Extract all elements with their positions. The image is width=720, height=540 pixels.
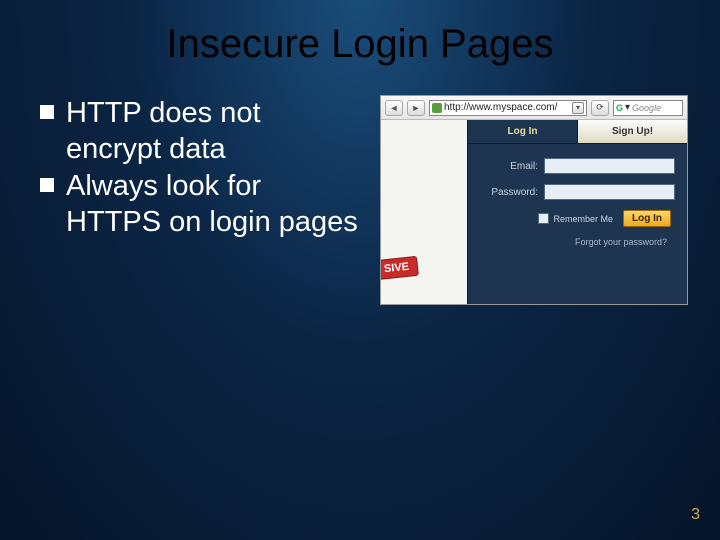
url-field[interactable]: http://www.myspace.com/ ▾ <box>429 100 587 116</box>
slide-title: Insecure Login Pages <box>0 0 720 67</box>
search-placeholder: Google <box>632 103 661 113</box>
search-engine-icon: G <box>616 103 623 113</box>
email-label: Email: <box>488 161 544 172</box>
bullet-square-icon <box>40 178 54 192</box>
page-left-strip: SIVE <box>381 120 469 304</box>
favicon-icon <box>432 103 442 113</box>
stamp-badge: SIVE <box>380 256 419 280</box>
reload-button[interactable]: ⟳ <box>591 100 609 116</box>
remember-label: Remember Me <box>553 214 613 224</box>
login-form: Email: Password: Remember Me Log In Forg… <box>468 144 687 255</box>
browser-screenshot: ◄ ► http://www.myspace.com/ ▾ ⟳ G▾ Googl… <box>380 95 688 305</box>
bullet-text: HTTP does not encrypt data <box>66 95 360 168</box>
tab-row: Log In Sign Up! <box>468 120 687 144</box>
tab-login[interactable]: Log In <box>468 120 577 144</box>
page-number: 3 <box>691 506 700 524</box>
url-text: http://www.myspace.com/ <box>444 102 557 113</box>
tab-signup[interactable]: Sign Up! <box>577 120 687 144</box>
login-panel: Log In Sign Up! Email: Password: Remembe… <box>467 120 687 304</box>
password-field[interactable] <box>544 184 675 200</box>
remember-me[interactable]: Remember Me <box>538 213 613 224</box>
password-row: Password: <box>488 184 675 200</box>
slide-content: HTTP does not encrypt data Always look f… <box>0 67 720 305</box>
bullet-item: HTTP does not encrypt data <box>40 95 360 168</box>
action-row: Remember Me Log In <box>488 210 675 227</box>
bullet-text: Always look for HTTPS on login pages <box>66 168 360 241</box>
password-label: Password: <box>488 187 544 198</box>
bullet-list: HTTP does not encrypt data Always look f… <box>40 95 360 305</box>
email-field[interactable] <box>544 158 675 174</box>
search-field[interactable]: G▾ Google <box>613 100 683 116</box>
search-separator: ▾ <box>625 102 630 113</box>
forgot-password-link[interactable]: Forgot your password? <box>488 237 675 247</box>
go-button[interactable]: ▾ <box>572 102 584 114</box>
address-bar: ◄ ► http://www.myspace.com/ ▾ ⟳ G▾ Googl… <box>381 96 687 120</box>
back-button[interactable]: ◄ <box>385 100 403 116</box>
login-button[interactable]: Log In <box>623 210 671 227</box>
bullet-item: Always look for HTTPS on login pages <box>40 168 360 241</box>
remember-checkbox[interactable] <box>538 213 549 224</box>
email-row: Email: <box>488 158 675 174</box>
bullet-square-icon <box>40 105 54 119</box>
forward-button[interactable]: ► <box>407 100 425 116</box>
